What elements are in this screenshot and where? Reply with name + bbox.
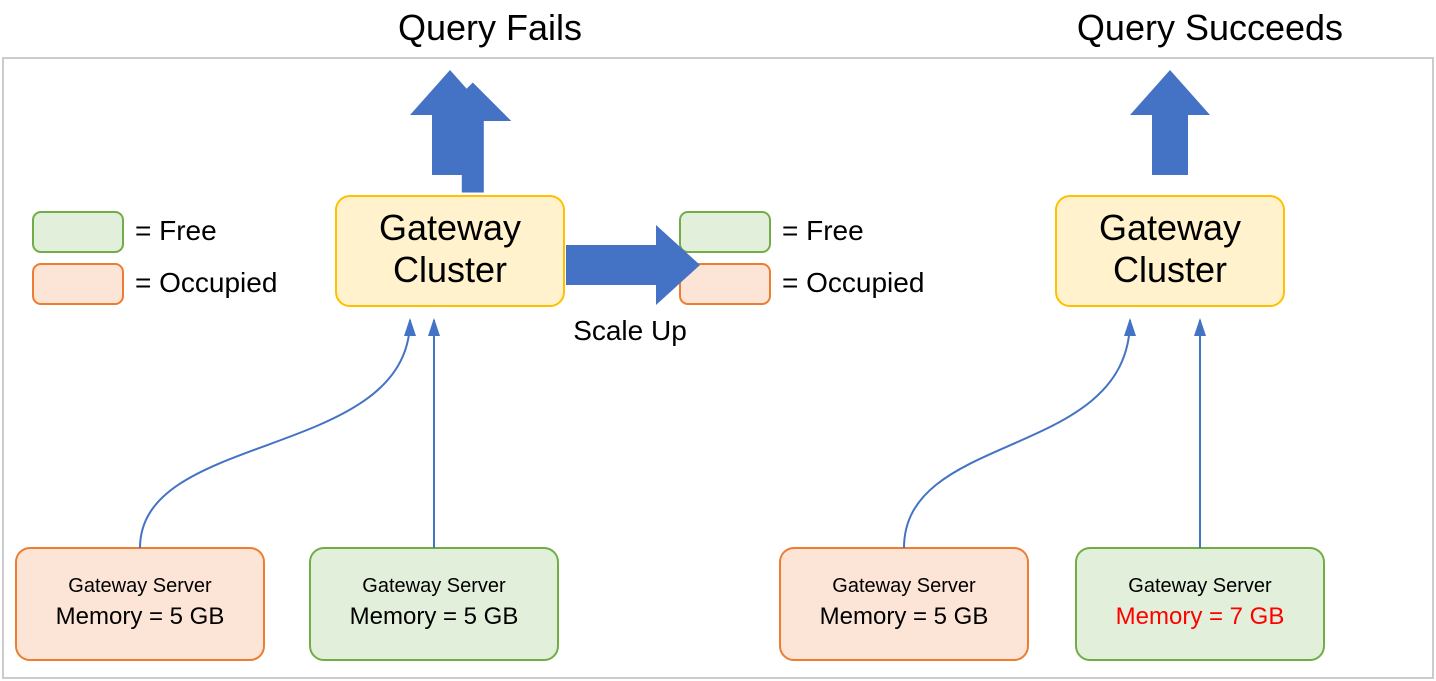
gateway-cluster-left-line2: Cluster — [393, 249, 507, 290]
arrow-up-right — [1130, 70, 1210, 175]
legend-occ-swatch-left — [33, 264, 123, 304]
server-right-2-mem: Memory = 7 GB — [1116, 603, 1285, 630]
server-left-2-title: Gateway Server — [362, 575, 506, 597]
server-left-2-mem: Memory = 5 GB — [350, 603, 519, 630]
legend-free-label-left: = Free — [135, 215, 217, 246]
connector-left-1 — [140, 320, 410, 548]
legend-occ-label-right: = Occupied — [782, 267, 924, 298]
server-right-1-mem: Memory = 5 GB — [820, 603, 989, 630]
right-title: Query Succeeds — [1077, 7, 1343, 48]
server-left-1-mem: Memory = 5 GB — [56, 603, 225, 630]
server-right-1-title: Gateway Server — [832, 575, 976, 597]
gateway-cluster-right-line1: Gateway — [1099, 207, 1241, 248]
server-right-2-title: Gateway Server — [1128, 575, 1272, 597]
connector-right-1 — [904, 320, 1130, 548]
legend-free-label-right: = Free — [782, 215, 864, 246]
left-title: Query Fails — [398, 7, 582, 48]
scale-up-label: Scale Up — [573, 315, 687, 346]
legend-free-swatch-right — [680, 212, 770, 252]
gateway-cluster-right-line2: Cluster — [1113, 249, 1227, 290]
server-left-1-title: Gateway Server — [68, 575, 212, 597]
gateway-cluster-left-line1: Gateway — [379, 207, 521, 248]
legend-free-swatch-left — [33, 212, 123, 252]
legend-occ-label-left: = Occupied — [135, 267, 277, 298]
